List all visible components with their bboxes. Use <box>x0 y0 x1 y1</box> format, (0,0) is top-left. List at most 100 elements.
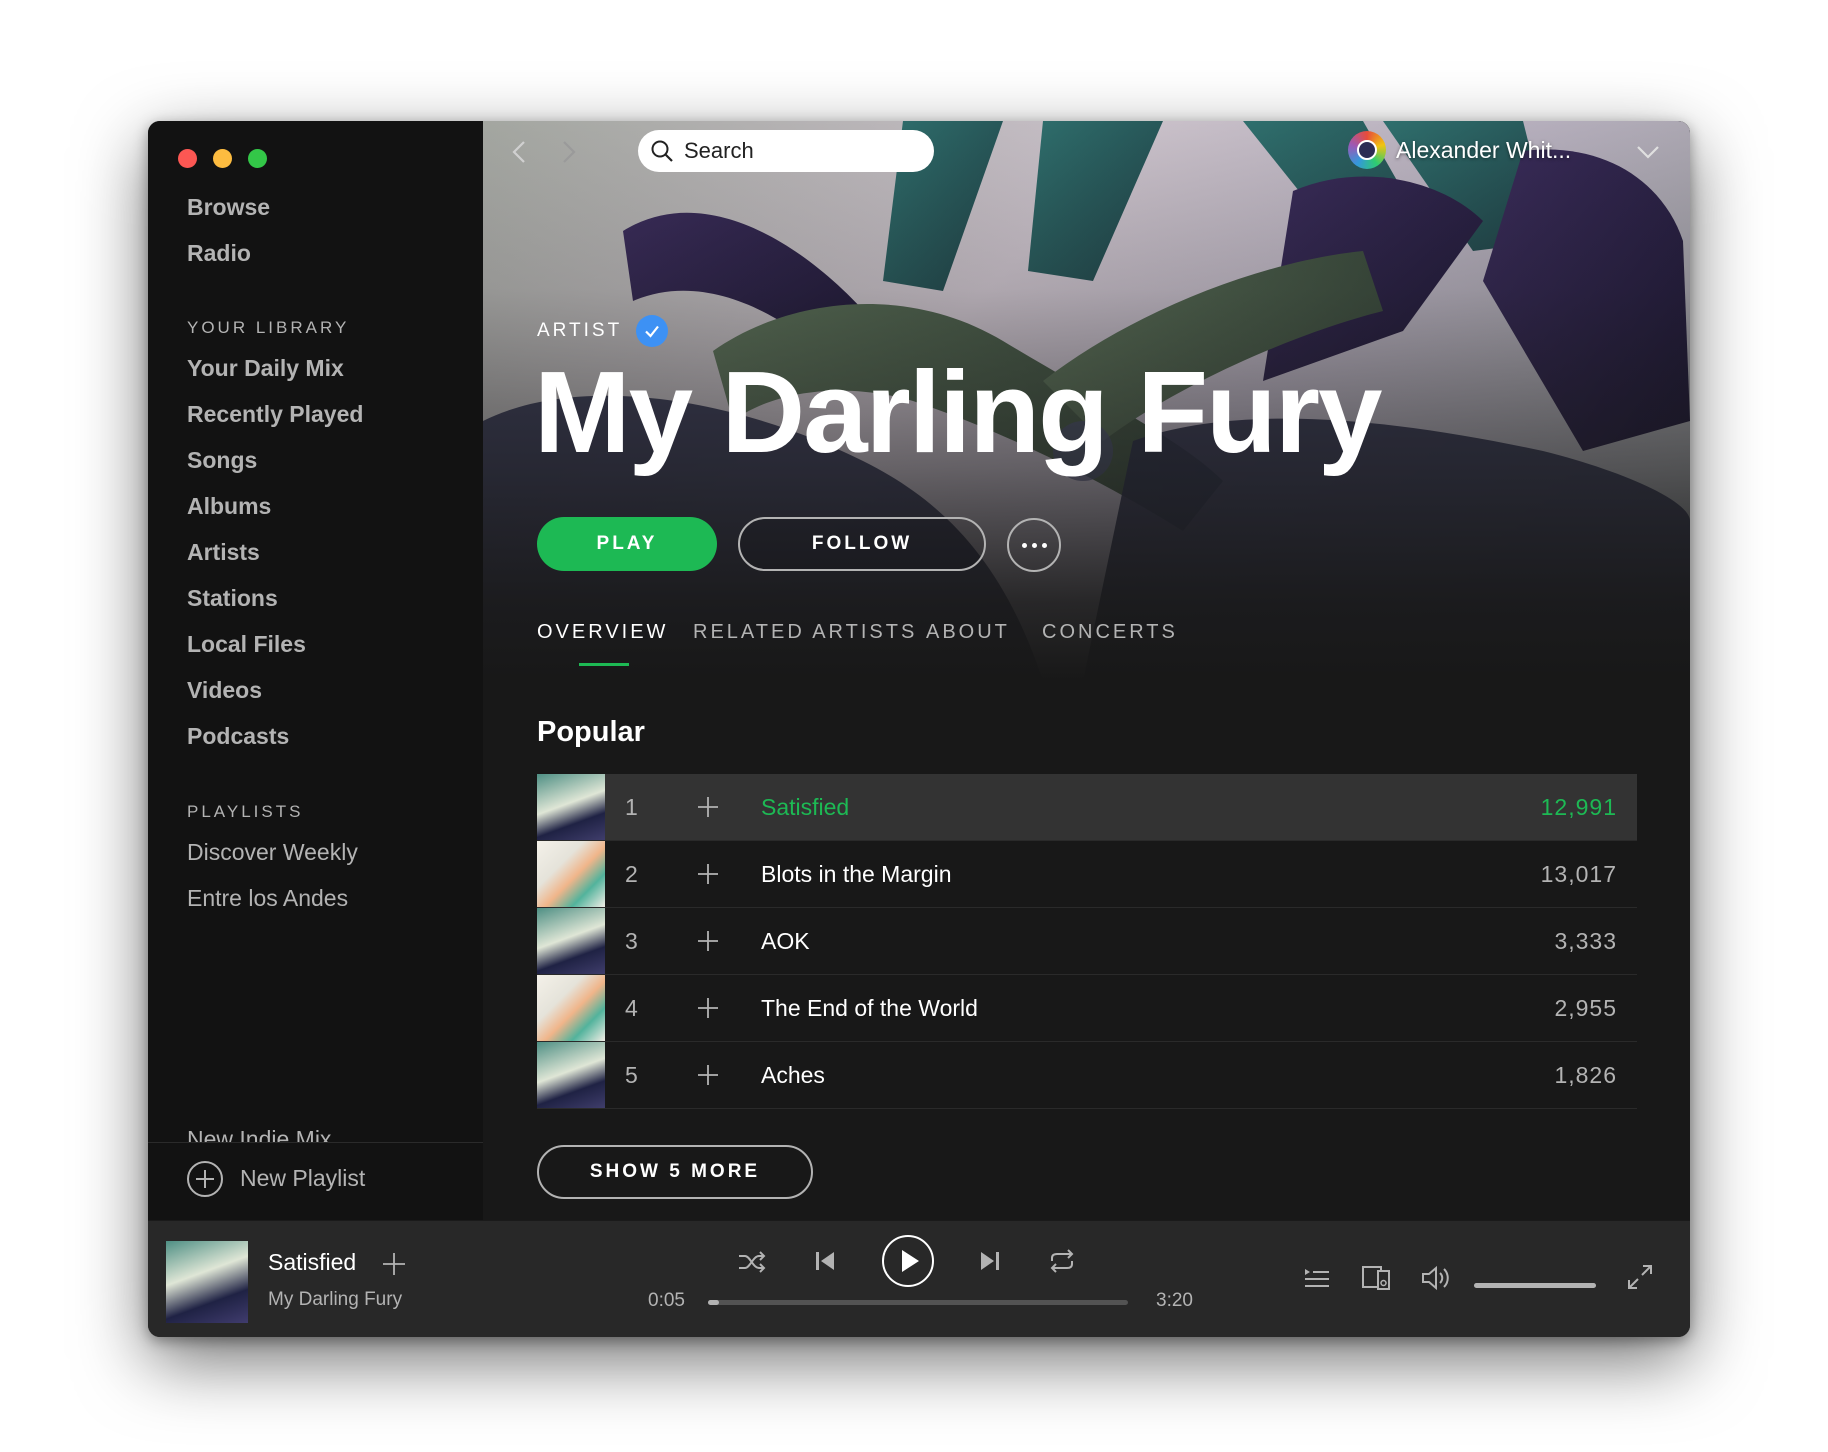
player-bar: Satisfied My Darling Fury 0:05 3:20 <box>148 1220 1690 1337</box>
user-menu[interactable]: Alexander Whit... <box>1348 131 1571 169</box>
playlist-new-indie-mix[interactable]: New Indie Mix <box>187 1126 331 1142</box>
sidebar-item-artists[interactable]: Artists <box>187 539 260 566</box>
avatar <box>1348 131 1386 169</box>
close-window-button[interactable] <box>178 149 197 168</box>
artist-name: My Darling Fury <box>534 347 1383 477</box>
artist-label-text: ARTIST <box>537 320 623 341</box>
playlist-entre-los-andes[interactable]: Entre los Andes <box>187 885 348 912</box>
track-row[interactable]: 3 AOK 3,333 <box>537 908 1637 975</box>
track-row[interactable]: 5 Aches 1,826 <box>537 1042 1637 1109</box>
sidebar-item-podcasts[interactable]: Podcasts <box>187 723 289 750</box>
add-plus-icon[interactable] <box>696 795 720 819</box>
minimize-window-button[interactable] <box>213 149 232 168</box>
track-play-count: 12,991 <box>1540 794 1617 820</box>
sidebar-item-songs[interactable]: Songs <box>187 447 257 474</box>
playlist-overflow-clip: New Indie Mix <box>148 1126 483 1142</box>
window-controls <box>178 149 267 168</box>
album-thumbnail <box>537 908 605 974</box>
sidebar-item-recently-played[interactable]: Recently Played <box>187 401 363 428</box>
now-playing-artist[interactable]: My Darling Fury <box>268 1289 402 1311</box>
user-name: Alexander Whit... <box>1396 136 1572 163</box>
add-plus-icon[interactable] <box>696 929 720 953</box>
artist-type-label: ARTIST <box>537 315 669 347</box>
sidebar-item-browse[interactable]: Browse <box>187 194 270 221</box>
track-number: 1 <box>625 794 638 820</box>
track-row[interactable]: 4 The End of the World 2,955 <box>537 975 1637 1042</box>
plus-circle-icon <box>187 1160 223 1197</box>
now-playing-album-art[interactable] <box>166 1241 248 1323</box>
queue-icon[interactable] <box>1303 1265 1331 1291</box>
app-window: Browse Radio YOUR LIBRARY Your Daily Mix… <box>148 121 1690 1337</box>
forward-button[interactable] <box>553 137 583 167</box>
track-row[interactable]: 1 Satisfied 12,991 <box>537 774 1637 841</box>
add-plus-icon[interactable] <box>696 862 720 886</box>
track-play-count: 13,017 <box>1540 861 1617 887</box>
tab-about[interactable]: ABOUT <box>926 621 1010 644</box>
devices-icon[interactable] <box>1361 1263 1391 1293</box>
sidebar-item-local-files[interactable]: Local Files <box>187 631 306 658</box>
more-options-button[interactable] <box>1007 518 1061 572</box>
now-playing-title[interactable]: Satisfied <box>268 1249 356 1276</box>
ellipsis-icon <box>1021 542 1047 548</box>
fullscreen-icon[interactable] <box>1626 1263 1654 1291</box>
playback-progress-bar[interactable] <box>708 1300 1128 1305</box>
play-button[interactable]: PLAY <box>537 517 717 571</box>
add-to-library-icon[interactable] <box>381 1251 407 1277</box>
track-name: Blots in the Margin <box>761 861 952 887</box>
sidebar-item-albums[interactable]: Albums <box>187 493 271 520</box>
chevron-down-icon <box>1637 146 1659 159</box>
sidebar-item-radio[interactable]: Radio <box>187 240 251 267</box>
library-heading: YOUR LIBRARY <box>187 318 350 337</box>
new-playlist-label: New Playlist <box>240 1165 366 1191</box>
user-menu-toggle[interactable] <box>1633 137 1663 167</box>
zoom-window-button[interactable] <box>248 149 267 168</box>
playlist-discover-weekly[interactable]: Discover Weekly <box>187 839 358 866</box>
shuffle-icon[interactable] <box>736 1247 768 1277</box>
chevron-left-icon <box>512 141 525 163</box>
sidebar-item-daily-mix[interactable]: Your Daily Mix <box>187 355 344 382</box>
tab-concerts[interactable]: CONCERTS <box>1042 621 1178 644</box>
track-name: Satisfied <box>761 794 850 820</box>
track-number: 2 <box>625 861 638 887</box>
track-row[interactable]: 2 Blots in the Margin 13,017 <box>537 841 1637 908</box>
search-box[interactable] <box>638 130 934 172</box>
new-playlist-button[interactable]: New Playlist <box>187 1146 365 1211</box>
show-more-button[interactable]: SHOW 5 MORE <box>537 1145 813 1199</box>
volume-slider[interactable] <box>1474 1283 1596 1288</box>
play-pause-button[interactable] <box>881 1234 935 1288</box>
search-input[interactable] <box>682 137 916 165</box>
tab-overview[interactable]: OVERVIEW <box>537 621 668 644</box>
add-plus-icon[interactable] <box>696 996 720 1020</box>
album-thumbnail <box>537 841 605 907</box>
playlists-heading: PLAYLISTS <box>187 802 304 821</box>
tab-related-artists[interactable]: RELATED ARTISTS <box>693 621 917 644</box>
search-icon <box>651 140 673 162</box>
repeat-icon[interactable] <box>1047 1247 1077 1275</box>
next-track-icon[interactable] <box>978 1249 1002 1273</box>
popular-heading: Popular <box>537 716 645 748</box>
add-plus-icon[interactable] <box>696 1063 720 1087</box>
chevron-right-icon <box>563 141 576 163</box>
track-name: The End of the World <box>761 995 978 1021</box>
track-number: 3 <box>625 928 638 954</box>
progress-fill <box>708 1300 719 1305</box>
volume-fill <box>1474 1283 1596 1288</box>
track-number: 4 <box>625 995 638 1021</box>
sidebar: Browse Radio YOUR LIBRARY Your Daily Mix… <box>148 121 483 1220</box>
album-thumbnail <box>537 1042 605 1108</box>
track-play-count: 2,955 <box>1554 995 1617 1021</box>
sidebar-item-stations[interactable]: Stations <box>187 585 278 612</box>
sidebar-item-videos[interactable]: Videos <box>187 677 262 704</box>
track-play-count: 1,826 <box>1554 1062 1617 1088</box>
album-thumbnail <box>537 975 605 1041</box>
artist-header-image: Alexander Whit... ARTIST My Darling Fury… <box>483 121 1690 681</box>
active-tab-indicator <box>579 663 629 666</box>
volume-icon[interactable] <box>1420 1263 1452 1293</box>
elapsed-time: 0:05 <box>648 1290 685 1311</box>
sidebar-divider <box>148 1142 483 1143</box>
total-duration: 3:20 <box>1156 1290 1193 1311</box>
track-play-count: 3,333 <box>1554 928 1617 954</box>
back-button[interactable] <box>505 137 535 167</box>
follow-button[interactable]: FOLLOW <box>738 517 986 571</box>
previous-track-icon[interactable] <box>813 1249 837 1273</box>
